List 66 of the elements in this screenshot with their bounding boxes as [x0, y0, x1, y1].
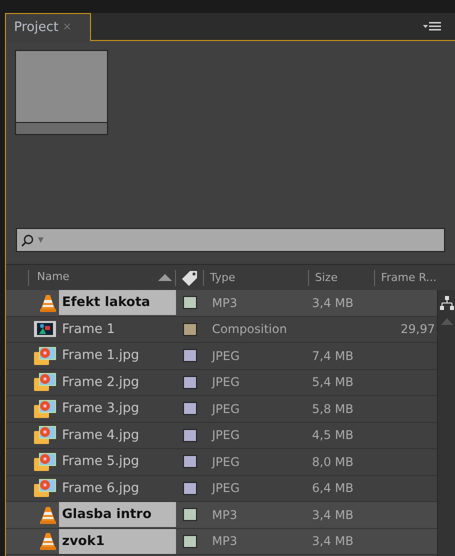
file-name[interactable]: Frame 2.jpg [62, 372, 140, 392]
column-header[interactable]: Size [315, 270, 338, 284]
scrollbar[interactable] [437, 290, 455, 556]
file-name[interactable]: Frame 1 [62, 320, 115, 339]
table-row[interactable]: Glasba intro MP3 3,4 MB [6, 502, 437, 528]
table-cell: JPEG [212, 402, 240, 416]
file-name[interactable]: Frame 5.jpg [62, 452, 140, 472]
film-icon [34, 321, 56, 338]
table-cell: 29,97 [400, 322, 435, 336]
traffic-cone-icon [40, 506, 56, 524]
label-swatch[interactable] [183, 508, 197, 522]
table-row[interactable]: Frame 4.jpg JPEG 4,5 MB [6, 422, 437, 449]
image-file-icon [34, 373, 56, 392]
table-cell: 3,4 MB [312, 508, 354, 522]
image-file-icon [34, 400, 56, 418]
table-row[interactable]: Frame 2.jpg JPEG 5,4 MB [6, 370, 437, 396]
traffic-cone-icon [40, 532, 56, 550]
table-cell: 8,0 MB [312, 454, 354, 469]
table-cell: 5,4 MB [312, 375, 354, 390]
column-header[interactable]: Frame R... [381, 270, 437, 284]
table-cell: JPEG [212, 454, 240, 469]
table-cell: MP3 [212, 534, 238, 548]
table-cell: 4,5 MB [312, 428, 354, 442]
table-cell: 7,4 MB [312, 348, 354, 363]
label-tag-icon[interactable] [180, 270, 198, 286]
label-swatch[interactable] [183, 455, 197, 468]
file-name[interactable]: Frame 1.jpg [62, 346, 140, 366]
tab-title[interactable]: Project [14, 18, 58, 38]
column-header[interactable]: Type [210, 270, 236, 284]
table-row[interactable]: Frame 6.jpg JPEG 6,4 MB [6, 476, 437, 502]
table-cell: MP3 [212, 508, 238, 522]
table-cell: JPEG [212, 481, 240, 496]
table-cell: JPEG [212, 348, 240, 363]
table-cell: MP3 [212, 296, 238, 310]
table-row[interactable]: Efekt lakota MP3 3,4 MB [6, 290, 437, 316]
table-cell: 5,8 MB [312, 402, 354, 416]
table-cell: Composition [212, 322, 287, 336]
table-cell: 3,4 MB [312, 296, 354, 310]
label-swatch[interactable] [183, 296, 197, 310]
label-swatch[interactable] [183, 402, 197, 416]
image-file-icon [34, 426, 56, 444]
file-name[interactable]: Frame 6.jpg [62, 478, 140, 498]
label-swatch[interactable] [183, 349, 197, 362]
image-file-icon [34, 452, 56, 471]
label-swatch[interactable] [183, 322, 197, 336]
table-cell: 6,4 MB [312, 481, 354, 496]
file-name[interactable]: Frame 3.jpg [62, 399, 140, 418]
hierarchy-icon[interactable] [440, 296, 454, 310]
menu-icon[interactable] [423, 20, 443, 32]
label-swatch[interactable] [183, 428, 197, 442]
table-cell: JPEG [212, 375, 240, 390]
project-tab[interactable]: Project × [5, 13, 91, 41]
sort-icon[interactable] [158, 274, 172, 281]
label-swatch[interactable] [183, 534, 197, 548]
column-header[interactable]: Name [37, 269, 70, 286]
traffic-cone-icon [40, 294, 56, 312]
table-cell: JPEG [212, 428, 240, 442]
label-swatch[interactable] [183, 376, 197, 389]
table-row[interactable]: zvok1 MP3 3,4 MB [6, 528, 437, 555]
table-cell: 3,4 MB [312, 534, 354, 548]
file-name[interactable]: Frame 4.jpg [62, 426, 140, 445]
search-icon [21, 234, 34, 246]
label-swatch[interactable] [183, 482, 197, 495]
table-row[interactable]: Frame 1 Composition 29,97 [6, 316, 437, 343]
image-file-icon [34, 479, 56, 498]
image-file-icon [34, 346, 56, 365]
